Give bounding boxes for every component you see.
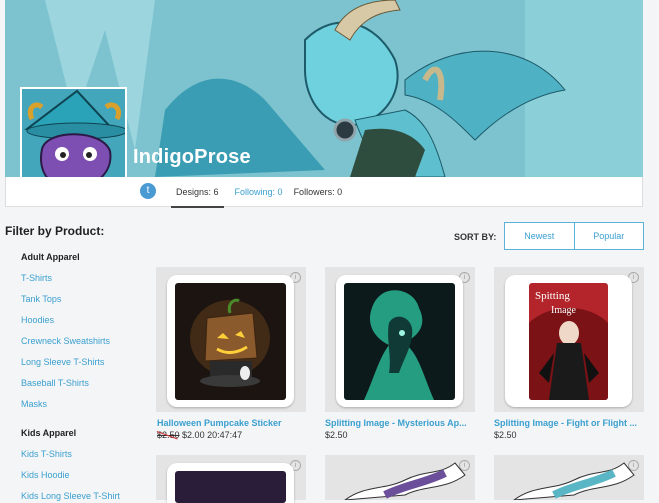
sort-popular-button[interactable]: Popular xyxy=(573,223,644,249)
product-title[interactable]: Splitting Image - Fight or Flight ... xyxy=(494,418,644,428)
product-price: $2.50 xyxy=(325,430,348,440)
filter-title: Filter by Product: xyxy=(5,224,105,238)
sort-toggle: Newest Popular xyxy=(504,222,644,250)
filter-item-kids-t-shirts[interactable]: Kids T-Shirts xyxy=(21,449,72,459)
twitter-icon[interactable]: t xyxy=(140,183,156,199)
sort-label: SORT BY: xyxy=(454,232,497,242)
filter-item-hoodies[interactable]: Hoodies xyxy=(21,315,54,325)
adult-apparel-heading: Adult Apparel xyxy=(21,252,80,262)
filter-item-masks[interactable]: Masks xyxy=(21,399,47,409)
kids-apparel-heading: Kids Apparel xyxy=(21,428,77,438)
product-image xyxy=(344,283,455,400)
sticker-frame xyxy=(167,275,294,407)
tab-following[interactable]: Following: 0 xyxy=(235,187,283,208)
product-card[interactable]: i xyxy=(156,267,306,412)
sort-newest-button[interactable]: Newest xyxy=(505,223,574,249)
profile-stats: Designs: 6 Following: 0 Followers: 0 xyxy=(171,187,342,208)
sticker-frame: Spitting Image xyxy=(505,275,632,407)
product-image: Spitting Image xyxy=(529,283,608,400)
sticker-frame xyxy=(336,275,463,407)
product-card[interactable]: i xyxy=(325,267,475,412)
product-card[interactable]: i Spitting Image xyxy=(494,267,644,412)
product-card[interactable]: i xyxy=(494,455,644,500)
product-card[interactable]: i xyxy=(325,455,475,500)
product-price: $2.50 $2.00 20:47:47 xyxy=(157,430,242,440)
product-sale-price: $2.00 20:47:47 xyxy=(182,430,243,440)
sticker-frame xyxy=(167,463,294,503)
filter-item-long-sleeve-t-shirts[interactable]: Long Sleeve T-Shirts xyxy=(21,357,104,367)
filter-item-baseball-t-shirts[interactable]: Baseball T-Shirts xyxy=(21,378,89,388)
profile-username: IndigoProse xyxy=(133,146,251,168)
filter-item-kids-hoodie[interactable]: Kids Hoodie xyxy=(21,470,70,480)
filter-item-tank-tops[interactable]: Tank Tops xyxy=(21,294,61,304)
product-image xyxy=(513,462,635,500)
product-image xyxy=(175,283,286,400)
product-price: $2.50 xyxy=(494,430,517,440)
product-title[interactable]: Splitting Image - Mysterious Ap... xyxy=(325,418,475,428)
product-old-price: $2.50 xyxy=(157,430,180,440)
svg-text:Image: Image xyxy=(551,305,577,316)
product-card[interactable]: i xyxy=(156,455,306,503)
svg-text:Spitting: Spitting xyxy=(535,290,570,302)
product-image xyxy=(175,471,286,503)
product-title[interactable]: Halloween Pumpcake Sticker xyxy=(157,418,307,428)
filter-item-t-shirts[interactable]: T-Shirts xyxy=(21,273,52,283)
filter-item-crewneck-sweatshirts[interactable]: Crewneck Sweatshirts xyxy=(21,336,110,346)
tab-designs[interactable]: Designs: 6 xyxy=(171,187,224,208)
tab-followers[interactable]: Followers: 0 xyxy=(294,187,343,208)
product-image xyxy=(344,462,466,500)
